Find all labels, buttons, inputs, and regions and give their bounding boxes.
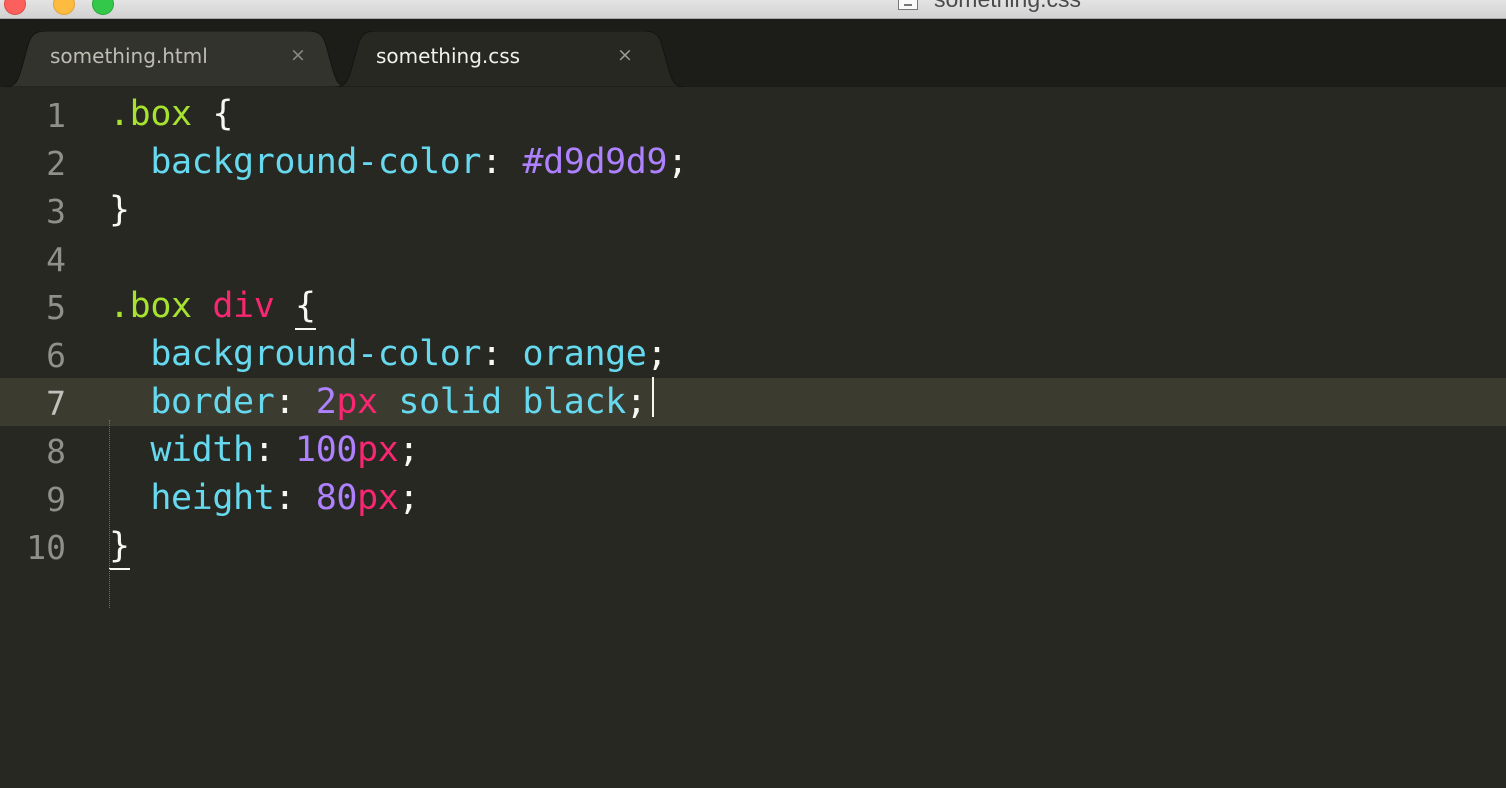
line-number: 3 bbox=[46, 192, 66, 231]
code-text[interactable]: } bbox=[109, 190, 130, 230]
tab-bar: something.html × something.css × bbox=[0, 19, 1506, 87]
css-tag-selector: div bbox=[212, 286, 275, 326]
line-number: 9 bbox=[46, 480, 66, 519]
css-number: 80 bbox=[315, 478, 358, 518]
css-value: #d9d9d9 bbox=[522, 142, 668, 182]
window-title: something.css bbox=[934, 0, 1081, 13]
tab-close-icon[interactable]: × bbox=[617, 44, 633, 66]
close-window-button[interactable] bbox=[4, 0, 26, 15]
colon: : bbox=[274, 382, 316, 422]
css-unit: px bbox=[336, 382, 378, 422]
tab-label: something.css bbox=[376, 44, 521, 68]
css-selector: .box bbox=[109, 94, 192, 134]
line-number: 6 bbox=[46, 336, 66, 375]
line-number: 4 bbox=[46, 240, 66, 279]
code-text[interactable]: background-color: #d9d9d9; bbox=[109, 142, 688, 182]
line-number: 7 bbox=[46, 384, 66, 423]
zoom-window-button[interactable] bbox=[92, 0, 114, 15]
semicolon: ; bbox=[398, 430, 420, 470]
close-brace-matched: } bbox=[109, 526, 130, 570]
code-text[interactable]: } bbox=[109, 526, 130, 570]
css-number: 100 bbox=[295, 430, 358, 470]
css-property: height bbox=[109, 478, 275, 518]
indent-guide bbox=[109, 420, 110, 608]
colon: : bbox=[481, 142, 523, 182]
code-text[interactable]: background-color: orange; bbox=[109, 334, 667, 374]
minimize-window-button[interactable] bbox=[53, 0, 75, 15]
colon: : bbox=[274, 478, 316, 518]
css-value: solid black bbox=[398, 382, 626, 422]
tab-something-css[interactable]: something.css × bbox=[334, 31, 686, 87]
css-selector: .box bbox=[109, 286, 192, 326]
open-brace-matched: { bbox=[295, 286, 316, 330]
css-property: width bbox=[109, 430, 254, 470]
code-line-current: 7 border: 2px solid black; bbox=[0, 378, 1506, 426]
semicolon: ; bbox=[398, 478, 420, 518]
code-line: 5 .box div { bbox=[0, 282, 1506, 330]
text-cursor bbox=[652, 377, 654, 417]
line-number: 2 bbox=[46, 144, 66, 183]
semicolon: ; bbox=[667, 142, 688, 182]
close-brace: } bbox=[109, 190, 130, 230]
window-title-bar: something.css bbox=[0, 0, 1506, 19]
line-number: 1 bbox=[46, 96, 66, 135]
tab-something-html[interactable]: something.html × bbox=[4, 31, 350, 87]
code-editor[interactable]: 1 .box { 2 background-color: #d9d9d9; 3 … bbox=[0, 87, 1506, 788]
code-line: 9 height: 80px; bbox=[0, 474, 1506, 522]
code-text[interactable]: height: 80px; bbox=[109, 478, 419, 518]
code-line: 8 width: 100px; bbox=[0, 426, 1506, 474]
colon: : bbox=[481, 334, 523, 374]
line-number: 10 bbox=[26, 528, 66, 567]
tab-close-icon[interactable]: × bbox=[290, 44, 306, 66]
code-text[interactable]: width: 100px; bbox=[109, 430, 419, 470]
semicolon: ; bbox=[625, 382, 647, 422]
css-property: border bbox=[109, 382, 275, 422]
code-text[interactable]: border: 2px solid black; bbox=[109, 382, 647, 422]
css-file-icon bbox=[898, 0, 918, 10]
code-line: 2 background-color: #d9d9d9; bbox=[0, 138, 1506, 186]
code-line: 10 } bbox=[0, 522, 1506, 570]
colon: : bbox=[253, 430, 296, 470]
code-line: 3 } bbox=[0, 186, 1506, 234]
css-property: background-color bbox=[109, 334, 482, 374]
code-line: 4 bbox=[0, 234, 1506, 282]
css-unit: px bbox=[357, 430, 399, 470]
semicolon: ; bbox=[646, 334, 668, 374]
code-line: 6 background-color: orange; bbox=[0, 330, 1506, 378]
code-text[interactable]: .box { bbox=[109, 94, 233, 134]
css-unit: px bbox=[357, 478, 399, 518]
css-property: background-color bbox=[109, 142, 482, 182]
css-number: 2 bbox=[315, 382, 337, 422]
line-number: 8 bbox=[46, 432, 66, 471]
line-number: 5 bbox=[46, 288, 66, 327]
tab-label: something.html bbox=[50, 44, 208, 68]
code-line: 1 .box { bbox=[0, 90, 1506, 138]
css-value: orange bbox=[522, 334, 647, 374]
open-brace: { bbox=[191, 94, 234, 134]
code-text[interactable]: .box div { bbox=[109, 286, 316, 330]
